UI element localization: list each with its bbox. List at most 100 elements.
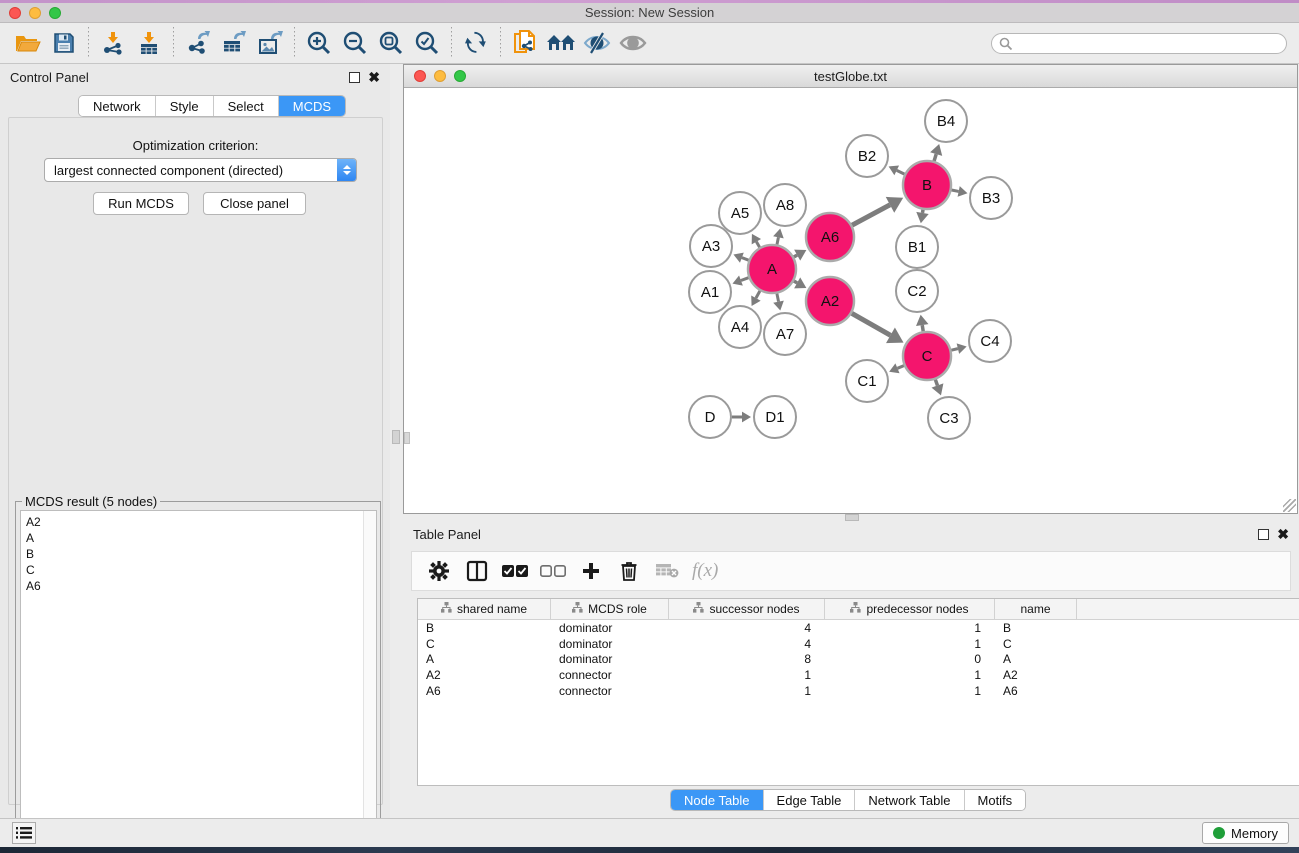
table-row[interactable]: A6connector11A6 [418, 683, 1299, 699]
table-cell[interactable]: 1 [825, 668, 995, 682]
close-table-panel-icon[interactable]: ✖ [1277, 529, 1289, 540]
edge-A-A1[interactable] [733, 275, 749, 285]
canvas-scroll-nub[interactable] [404, 432, 410, 444]
node-C3[interactable]: C3 [928, 397, 970, 439]
mcds-result-list[interactable]: A2 A B C A6 [20, 510, 377, 843]
edge-A-A2[interactable] [794, 277, 806, 288]
edge-A-A6[interactable] [794, 250, 806, 261]
tab-select[interactable]: Select [214, 96, 279, 116]
open-session-icon[interactable] [10, 26, 46, 60]
edge-C-C3[interactable] [932, 380, 944, 396]
zoom-fit-icon[interactable] [373, 26, 409, 60]
column-header-MCDS-role[interactable]: MCDS role [551, 599, 669, 619]
edge-C-C2[interactable] [916, 315, 928, 332]
window-resize-grip[interactable] [1283, 499, 1296, 512]
edge-B-B4[interactable] [930, 144, 942, 161]
column-header-successor-nodes[interactable]: successor nodes [669, 599, 825, 619]
node-C1[interactable]: C1 [846, 360, 888, 402]
table-cell[interactable]: connector [551, 668, 669, 682]
tab-network-table[interactable]: Network Table [855, 790, 964, 810]
table-cell[interactable]: A [995, 652, 1077, 666]
table-row[interactable]: A2connector11A2 [418, 667, 1299, 683]
table-cell[interactable]: dominator [551, 637, 669, 651]
table-cell[interactable]: 1 [825, 684, 995, 698]
edge-A6-B[interactable] [852, 197, 903, 225]
horizontal-splitter-handle[interactable] [845, 514, 859, 521]
export-image-icon[interactable] [252, 26, 288, 60]
node-A4[interactable]: A4 [719, 306, 761, 348]
tab-node-table[interactable]: Node Table [671, 790, 764, 810]
table-cell[interactable]: 1 [669, 668, 825, 682]
edge-D-D1[interactable] [732, 412, 751, 423]
birds-eye-icon[interactable] [615, 26, 651, 60]
function-builder-icon[interactable]: f(x) [692, 560, 718, 582]
network-canvas[interactable]: AA6A2BCA1A3A4A5A7A8B1B2B3B4C1C2C3C4DD1 [404, 88, 1297, 513]
save-session-icon[interactable] [46, 26, 82, 60]
table-cell[interactable]: 4 [669, 637, 825, 651]
tab-network[interactable]: Network [79, 96, 156, 116]
column-header-shared-name[interactable]: shared name [418, 599, 551, 619]
edge-C-C4[interactable] [951, 343, 966, 354]
result-scrollbar[interactable] [363, 511, 376, 842]
export-network-icon[interactable] [180, 26, 216, 60]
table-cell[interactable]: dominator [551, 621, 669, 635]
vertical-splitter-handle[interactable] [392, 430, 400, 444]
tab-edge-table[interactable]: Edge Table [764, 790, 856, 810]
run-mcds-button[interactable]: Run MCDS [93, 192, 189, 215]
table-cell[interactable]: A [418, 652, 551, 666]
close-panel-icon[interactable]: ✖ [368, 72, 380, 83]
column-header-name[interactable]: name [995, 599, 1077, 619]
refresh-icon[interactable] [458, 26, 494, 60]
gear-icon[interactable] [422, 555, 456, 587]
table-cell[interactable]: 8 [669, 652, 825, 666]
table-cell[interactable]: C [418, 637, 551, 651]
tab-mcds[interactable]: MCDS [279, 96, 345, 116]
edge-A-A5[interactable] [752, 234, 761, 247]
table-cell[interactable]: A2 [418, 668, 551, 682]
edge-A-A4[interactable] [751, 291, 760, 306]
memory-button[interactable]: Memory [1202, 822, 1289, 844]
edge-A-A3[interactable] [733, 253, 748, 263]
node-A3[interactable]: A3 [690, 225, 732, 267]
result-item[interactable]: A6 [26, 578, 376, 594]
table-cell[interactable]: connector [551, 684, 669, 698]
table-cell[interactable]: A6 [995, 684, 1077, 698]
edge-A2-C[interactable] [852, 313, 904, 343]
node-C[interactable]: C [903, 332, 951, 380]
table-row[interactable]: Adominator80A [418, 652, 1299, 668]
table-cell[interactable]: 1 [825, 621, 995, 635]
result-item[interactable]: B [26, 546, 376, 562]
task-history-button[interactable] [12, 822, 36, 844]
node-B3[interactable]: B3 [970, 177, 1012, 219]
zoom-out-icon[interactable] [337, 26, 373, 60]
node-C4[interactable]: C4 [969, 320, 1011, 362]
table-cell[interactable]: 0 [825, 652, 995, 666]
node-A5[interactable]: A5 [719, 192, 761, 234]
add-column-icon[interactable] [574, 555, 608, 587]
hide-details-icon[interactable] [579, 26, 615, 60]
table-row[interactable]: Bdominator41B [418, 620, 1299, 636]
close-panel-button[interactable]: Close panel [203, 192, 306, 215]
table-row[interactable]: Cdominator41C [418, 636, 1299, 652]
node-A[interactable]: A [748, 245, 796, 293]
deselect-all-icon[interactable] [536, 555, 570, 587]
float-table-panel-icon[interactable] [1258, 529, 1269, 540]
node-B4[interactable]: B4 [925, 100, 967, 142]
node-D[interactable]: D [689, 396, 731, 438]
table-cell[interactable]: dominator [551, 652, 669, 666]
select-all-icon[interactable] [498, 555, 532, 587]
table-cell[interactable]: 4 [669, 621, 825, 635]
table-cell[interactable]: 1 [669, 684, 825, 698]
node-A2[interactable]: A2 [806, 277, 854, 325]
network-window-titlebar[interactable]: testGlobe.txt [404, 65, 1297, 88]
result-item[interactable]: A [26, 530, 376, 546]
float-panel-icon[interactable] [349, 72, 360, 83]
node-B[interactable]: B [903, 161, 951, 209]
edge-B-B2[interactable] [889, 165, 905, 175]
home-icon[interactable] [543, 26, 579, 60]
edge-C-C1[interactable] [889, 363, 904, 373]
table-cell[interactable]: B [418, 621, 551, 635]
delete-icon[interactable] [612, 555, 646, 587]
node-A6[interactable]: A6 [806, 213, 854, 261]
table-cell[interactable]: 1 [825, 637, 995, 651]
